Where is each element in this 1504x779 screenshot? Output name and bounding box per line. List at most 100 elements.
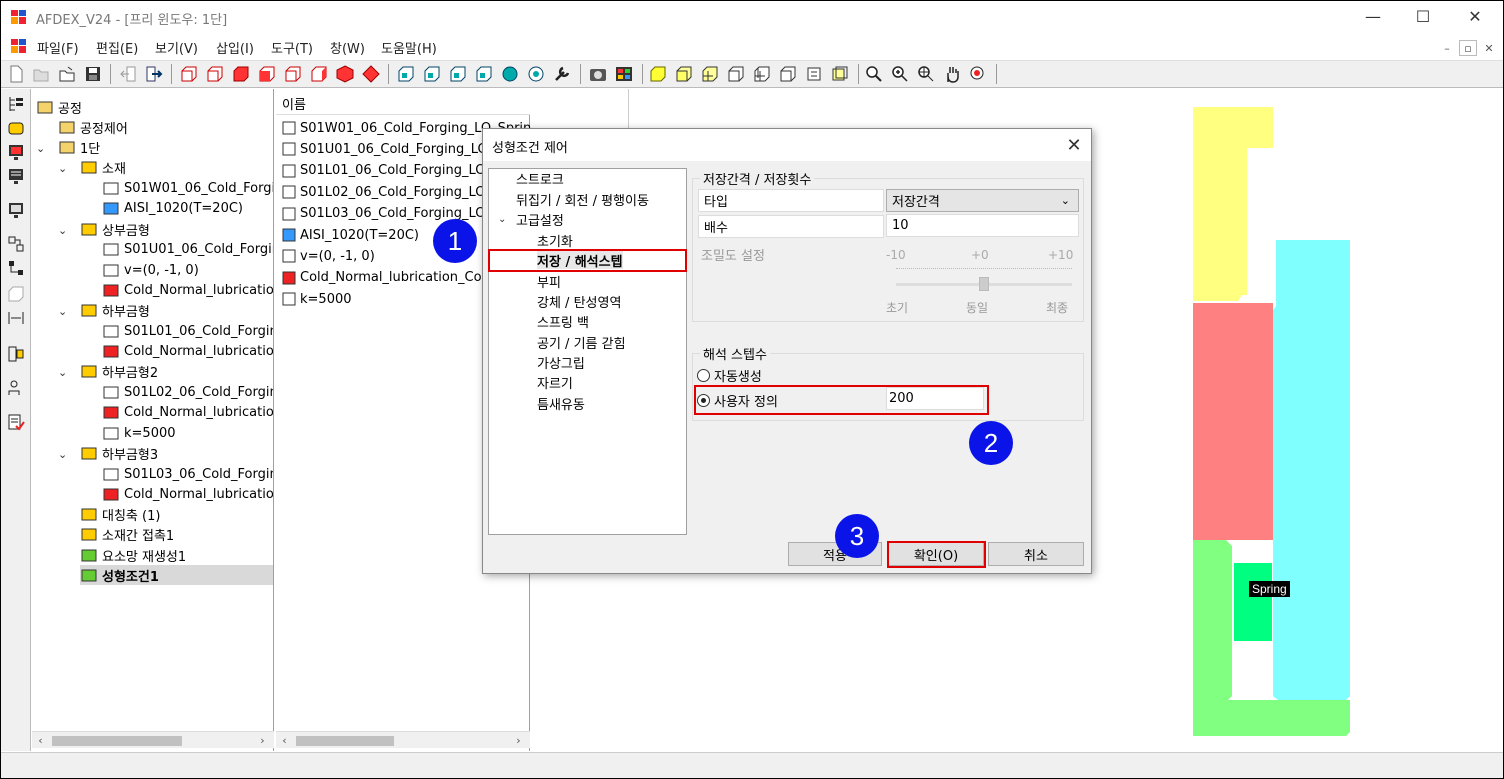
tree-item[interactable]: 소재 [80,157,126,177]
mdi-minimize-button[interactable]: – [1438,40,1456,56]
scroll-left-icon[interactable]: ‹ [276,732,293,749]
zoom-in-icon[interactable] [890,64,910,84]
tree-item[interactable]: S01L01_06_Cold_Forgin [102,321,273,341]
nav-springback[interactable]: 스프링 백 [537,312,589,331]
multiplier-input[interactable]: 10 [886,214,1079,237]
tree-item[interactable]: AISI_1020(T=20C) [102,198,243,218]
wire-box-icon[interactable] [726,64,746,84]
monitor-list-icon[interactable] [6,166,26,186]
panel-icon[interactable] [6,344,26,364]
mdi-app-icon[interactable] [10,37,28,55]
view-spin-icon[interactable] [500,64,520,84]
wire-yellow-icon[interactable] [674,64,694,84]
scroll-right-icon[interactable]: › [510,732,527,749]
open-disabled-icon[interactable] [31,64,51,84]
tree-expand-chevron-icon[interactable]: ⌄ [58,224,67,237]
menu-insert[interactable]: 삽입(I) [216,38,254,57]
tree-item[interactable]: 상부금형 [80,219,150,239]
solid-yellow-icon[interactable] [648,64,668,84]
tree-item[interactable]: Cold_Normal_lubricatior [102,280,273,300]
tree-item[interactable]: 요소망 재생성1 [80,545,186,565]
menu-file[interactable]: 파일(F) [37,38,79,57]
tree-item[interactable]: Cold_Normal_lubricatior [102,341,273,361]
list-item[interactable]: S01U01_06_Cold_Forging_LO_ [281,139,494,159]
list-item[interactable]: S01L01_06_Cold_Forging_LO_ [281,161,492,181]
tree-item[interactable]: 1단 [58,137,100,157]
nav-expand-chevron-icon[interactable]: ⌄ [498,210,506,228]
grid-color-icon[interactable] [614,64,634,84]
nav-initialize[interactable]: 초기화 [537,231,573,250]
hidden-box-icon[interactable] [778,64,798,84]
save-icon[interactable] [83,64,103,84]
nav-cut[interactable]: 자르기 [537,373,573,392]
scroll-left-icon[interactable]: ‹ [32,732,49,749]
zoom-reset-icon[interactable] [968,64,988,84]
layer-box-icon[interactable] [830,64,850,84]
pan-hand-icon[interactable] [942,64,962,84]
view-rotate-icon[interactable] [422,64,442,84]
monitor-color-icon[interactable] [6,142,26,162]
tree-item[interactable]: 공정제어 [58,117,128,137]
tree-expand-chevron-icon[interactable]: ⌄ [36,142,45,155]
cube-front-icon[interactable] [179,64,199,84]
tree-view-icon[interactable] [6,94,26,114]
menu-view[interactable]: 보기(V) [155,38,198,57]
list-item[interactable]: v=(0, -1, 0) [281,246,375,266]
view-pan-icon[interactable] [448,64,468,84]
list-hscroll-thumb[interactable] [296,736,394,746]
tree-expand-chevron-icon[interactable]: ⌄ [58,448,67,461]
nav-virtual-grip[interactable]: 가상그립 [537,353,585,372]
cube-right-icon[interactable] [309,64,329,84]
sync-box-icon[interactable] [804,64,824,84]
cube-left-icon[interactable] [283,64,303,84]
hand-tool-icon[interactable] [6,118,26,138]
type-select[interactable]: 저장간격 ⌄ [886,189,1079,212]
view-fit-icon[interactable] [396,64,416,84]
density-slider-thumb[interactable] [979,277,989,291]
list-hscrollbar[interactable]: ‹ › [276,731,530,748]
nav-advanced[interactable]: 고급설정 [516,210,564,229]
view-zoom-icon[interactable] [474,64,494,84]
view-reset-icon[interactable] [526,64,546,84]
tree-item[interactable]: S01U01_06_Cold_Forgin [102,239,273,259]
cube-iso-icon[interactable] [335,64,355,84]
menu-window[interactable]: 창(W) [330,38,365,57]
tree-item[interactable]: S01L03_06_Cold_Forgin [102,464,273,484]
zoom-window-icon[interactable] [864,64,884,84]
list-item[interactable]: k=5000 [281,289,352,309]
measure-icon[interactable] [6,308,26,328]
nav-rigid-elastic[interactable]: 강체 / 탄성영역 [537,292,621,311]
tree-item[interactable]: 대칭축 (1) [80,504,160,524]
nav-volume[interactable]: 부피 [537,272,561,291]
minimize-button[interactable]: — [1350,1,1396,31]
list-item[interactable]: S01L02_06_Cold_Forging_LO_ [281,182,492,202]
monitor-icon[interactable] [6,200,26,220]
nav-gap-flow[interactable]: 틈새유동 [537,394,585,413]
tree-item[interactable]: k=5000 [102,423,176,443]
cube-bottom-icon[interactable] [257,64,277,84]
tree-item[interactable]: 공정 [36,97,82,117]
cube-iso2-icon[interactable] [361,64,381,84]
tree-item[interactable]: 소재간 접촉1 [80,524,174,544]
tree-hscroll-thumb[interactable] [52,736,182,746]
list-header[interactable]: 이름 [276,89,530,115]
tree-item[interactable]: S01L02_06_Cold_Forgin [102,382,273,402]
menu-tools[interactable]: 도구(T) [271,38,313,57]
menu-edit[interactable]: 편집(E) [96,38,138,57]
tree-item[interactable]: S01W01_06_Cold_Forgi [102,178,273,198]
layout-icon[interactable] [6,234,26,254]
mdi-restore-button[interactable]: ▫ [1459,40,1477,56]
tree-item[interactable]: Cold_Normal_lubricatior [102,484,273,504]
cube-top-icon[interactable] [231,64,251,84]
tree-item[interactable]: 하부금형 [80,300,150,320]
scroll-right-icon[interactable]: › [254,732,271,749]
mesh-box-icon[interactable] [752,64,772,84]
user-edit-icon[interactable] [6,378,26,398]
zoom-fit-icon[interactable] [916,64,936,84]
auto-generate-radio[interactable]: 자동생성 [697,366,762,385]
checklist-icon[interactable] [6,412,26,432]
mdi-close-button[interactable]: ✕ [1480,40,1498,56]
nav-stroke[interactable]: 스트로크 [516,169,564,188]
cancel-button[interactable]: 취소 [988,542,1084,566]
tree-hscrollbar[interactable]: ‹ › [32,731,274,748]
